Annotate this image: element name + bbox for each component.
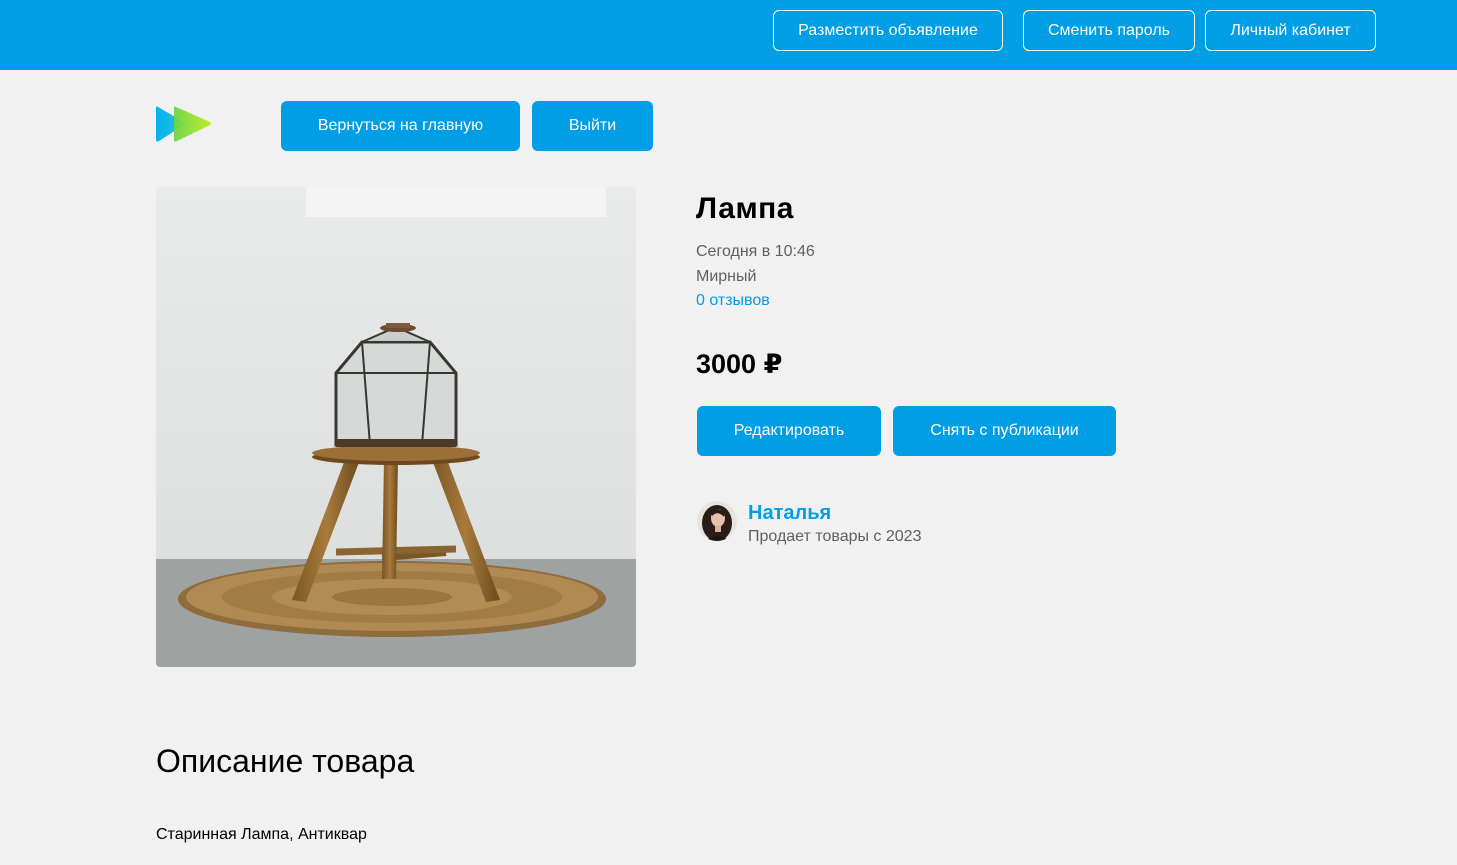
logout-button[interactable]: Выйти (532, 101, 653, 151)
description-heading: Описание товара (156, 743, 415, 779)
post-ad-button[interactable]: Разместить объявление (773, 10, 1003, 51)
publish-date: Сегодня в 10:46 (696, 243, 815, 260)
change-password-button[interactable]: Сменить пароль (1023, 10, 1195, 51)
top-bar: Разместить объявление Сменить пароль Лич… (0, 0, 1457, 70)
reviews-link[interactable]: 0 отзывов (696, 292, 770, 310)
seller-name[interactable]: Наталья (748, 502, 831, 525)
edit-button[interactable]: Редактировать (697, 406, 881, 456)
product-photo (156, 187, 636, 667)
description-text: Старинная Лампа, Антиквар (156, 826, 367, 843)
play-logo-icon[interactable] (156, 105, 212, 143)
back-to-home-button[interactable]: Вернуться на главную (281, 101, 520, 151)
account-button[interactable]: Личный кабинет (1205, 10, 1376, 51)
unpublish-button[interactable]: Снять с публикации (893, 406, 1116, 456)
product-city: Мирный (696, 268, 757, 285)
seller-avatar[interactable] (697, 501, 737, 541)
product-title: Лампа (696, 192, 794, 225)
seller-since: Продает товары с 2023 (748, 528, 922, 545)
product-price: 3000 ₽ (696, 349, 783, 379)
